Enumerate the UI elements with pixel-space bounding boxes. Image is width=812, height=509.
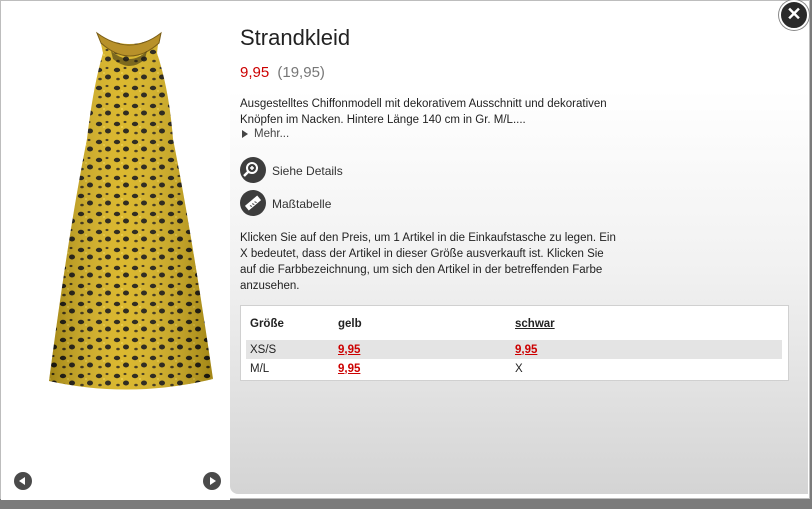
- header-color-gelb: gelb: [338, 318, 362, 330]
- magnifier-icon: [240, 157, 266, 183]
- size-table: Größe gelb schwar XS/S 9,95 9,95 M/L 9,9…: [246, 314, 782, 378]
- price-link[interactable]: 9,95: [515, 344, 537, 356]
- more-link[interactable]: Mehr...: [242, 128, 289, 140]
- product-description: Ausgestelltes Chiffonmodell mit dekorati…: [240, 98, 607, 126]
- size-table-container: Größe gelb schwar XS/S 9,95 9,95 M/L 9,9…: [240, 305, 789, 381]
- ruler-icon: [240, 190, 266, 216]
- details-label: Siehe Details: [272, 164, 343, 178]
- color-link-schwarz[interactable]: schwar: [515, 318, 555, 330]
- price-link[interactable]: 9,95: [338, 363, 360, 375]
- product-title: Strandkleid: [240, 25, 351, 50]
- table-row: XS/S 9,95 9,95: [246, 340, 782, 359]
- current-price: 9,95: [240, 64, 270, 81]
- row-size: XS/S: [246, 340, 334, 359]
- price-link[interactable]: 9,95: [338, 344, 360, 356]
- header-size: Größe: [250, 318, 284, 330]
- row-size: M/L: [250, 362, 270, 375]
- product-popup: Strandkleid 9,95 (19,95) Ausgestelltes C…: [0, 0, 810, 500]
- triangle-right-icon: [242, 129, 248, 138]
- image-panel: [1, 1, 230, 500]
- size-chart-label: Maßtabelle: [272, 197, 332, 211]
- arrow-right-icon[interactable]: [203, 472, 221, 490]
- table-header-row: Größe gelb schwar: [246, 314, 782, 334]
- table-row: M/L 9,95 X: [246, 359, 782, 378]
- more-label: Mehr...: [254, 128, 290, 140]
- old-price: (19,95): [277, 64, 325, 81]
- price-line: 9,95 (19,95): [240, 64, 325, 81]
- close-icon[interactable]: ✕: [779, 0, 809, 30]
- sold-out-mark: X: [515, 362, 523, 375]
- arrow-left-icon[interactable]: [14, 472, 32, 490]
- header-color-schwarz[interactable]: schwar: [511, 314, 782, 334]
- product-image: [49, 31, 213, 390]
- instructions-text: Klicken Sie auf den Preis, um 1 Artikel …: [240, 232, 616, 292]
